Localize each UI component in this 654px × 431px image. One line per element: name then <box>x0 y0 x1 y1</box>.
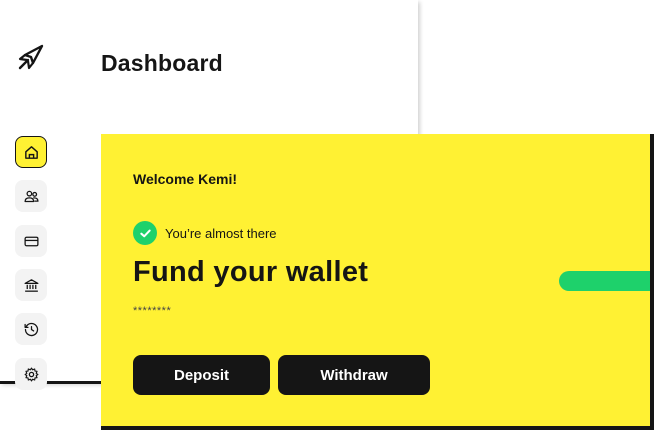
history-icon <box>23 322 38 336</box>
sidebar-item-home[interactable] <box>15 136 47 168</box>
sidebar-item-history[interactable] <box>15 313 47 345</box>
sidebar-item-settings[interactable] <box>15 358 47 390</box>
masked-balance: ******** <box>133 305 172 317</box>
settings-icon <box>24 367 38 381</box>
home-icon <box>24 145 38 159</box>
progress-bar <box>559 271 650 291</box>
sidebar-item-users[interactable] <box>15 180 47 212</box>
page-title: Dashboard <box>101 50 223 76</box>
withdraw-button[interactable]: Withdraw <box>278 355 430 395</box>
check-icon <box>133 221 157 245</box>
status-row: You’re almost there <box>133 221 277 245</box>
card-headline: Fund your wallet <box>133 256 369 288</box>
status-text: You’re almost there <box>165 225 277 241</box>
wallet-card: Welcome Kemi! You’re almost there Fund y… <box>101 134 654 430</box>
deposit-button[interactable]: Deposit <box>133 355 270 395</box>
bank-icon <box>23 278 39 292</box>
card-icon <box>23 236 39 246</box>
logo-icon[interactable] <box>17 43 45 71</box>
progress-fill <box>559 271 650 291</box>
sidebar-item-bank[interactable] <box>15 269 47 301</box>
users-icon <box>23 190 39 202</box>
welcome-text: Welcome Kemi! <box>133 171 237 187</box>
sidebar-item-cards[interactable] <box>15 225 47 257</box>
